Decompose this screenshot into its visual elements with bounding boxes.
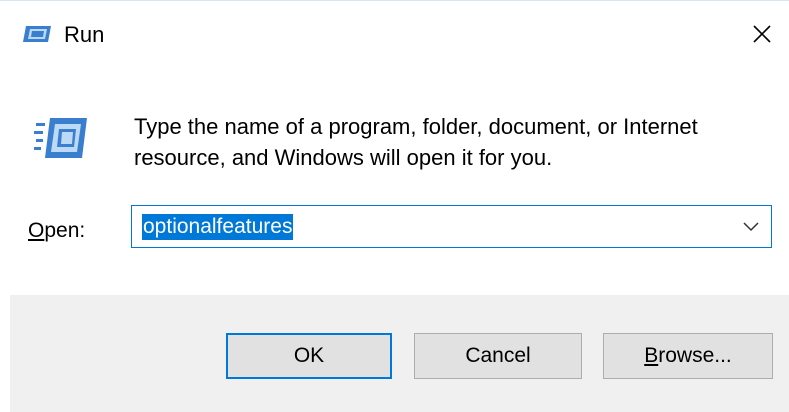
open-label-text: pen: xyxy=(44,219,86,242)
open-label: Open: xyxy=(28,219,85,243)
browse-accelerator: B xyxy=(644,344,659,367)
dialog-content: Type the name of a program, folder, docu… xyxy=(10,67,789,295)
open-input[interactable]: optionalfeatures xyxy=(142,214,294,240)
open-combobox[interactable]: optionalfeatures xyxy=(131,205,772,248)
window-title: Run xyxy=(64,22,105,47)
title-bar[interactable]: Run xyxy=(0,1,789,67)
browse-button[interactable]: Browse... xyxy=(603,333,773,379)
run-dialog: Run Type the name of a program, folder, … xyxy=(0,0,789,412)
cancel-button[interactable]: Cancel xyxy=(414,333,582,379)
browse-button-label: rowse... xyxy=(658,344,732,367)
run-icon xyxy=(34,115,88,161)
ok-button[interactable]: OK xyxy=(226,333,392,379)
instruction-text: Type the name of a program, folder, docu… xyxy=(134,114,698,170)
cancel-button-label: Cancel xyxy=(465,344,531,367)
ok-button-label: OK xyxy=(293,344,325,367)
close-icon xyxy=(753,25,771,43)
open-label-accelerator: O xyxy=(28,219,45,242)
dropdown-button[interactable] xyxy=(731,206,771,247)
run-icon xyxy=(22,25,52,43)
button-bar: OK Cancel Browse... xyxy=(10,295,789,412)
chevron-down-icon xyxy=(743,221,759,231)
close-button[interactable] xyxy=(735,1,789,67)
